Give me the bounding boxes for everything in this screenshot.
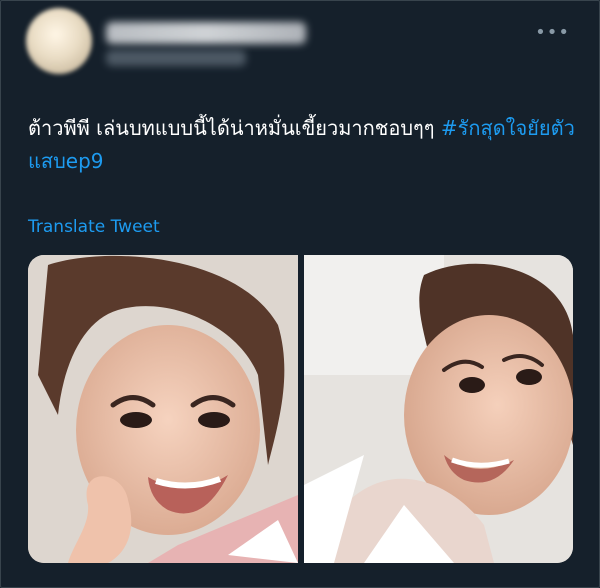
tweet-body-text: ต้าวพีพี เล่นบทแบบนี้ได้น่าหมั่นเขี้ยวมา… — [28, 116, 441, 140]
translate-tweet-link[interactable]: Translate Tweet — [28, 217, 160, 237]
display-name-blurred[interactable] — [106, 22, 306, 44]
photo-left[interactable] — [28, 255, 298, 563]
photo-right-illustration — [303, 255, 573, 563]
more-horizontal-icon: ••• — [535, 22, 570, 43]
photo-right[interactable] — [303, 255, 573, 563]
tweet-text: ต้าวพีพี เล่นบทแบบนี้ได้น่าหมั่นเขี้ยวมา… — [28, 112, 580, 178]
photo-left-illustration — [28, 255, 298, 563]
more-options-button[interactable]: ••• — [535, 22, 570, 43]
username-blurred — [106, 50, 246, 66]
tweet-media[interactable] — [28, 255, 573, 563]
avatar[interactable] — [26, 8, 92, 74]
